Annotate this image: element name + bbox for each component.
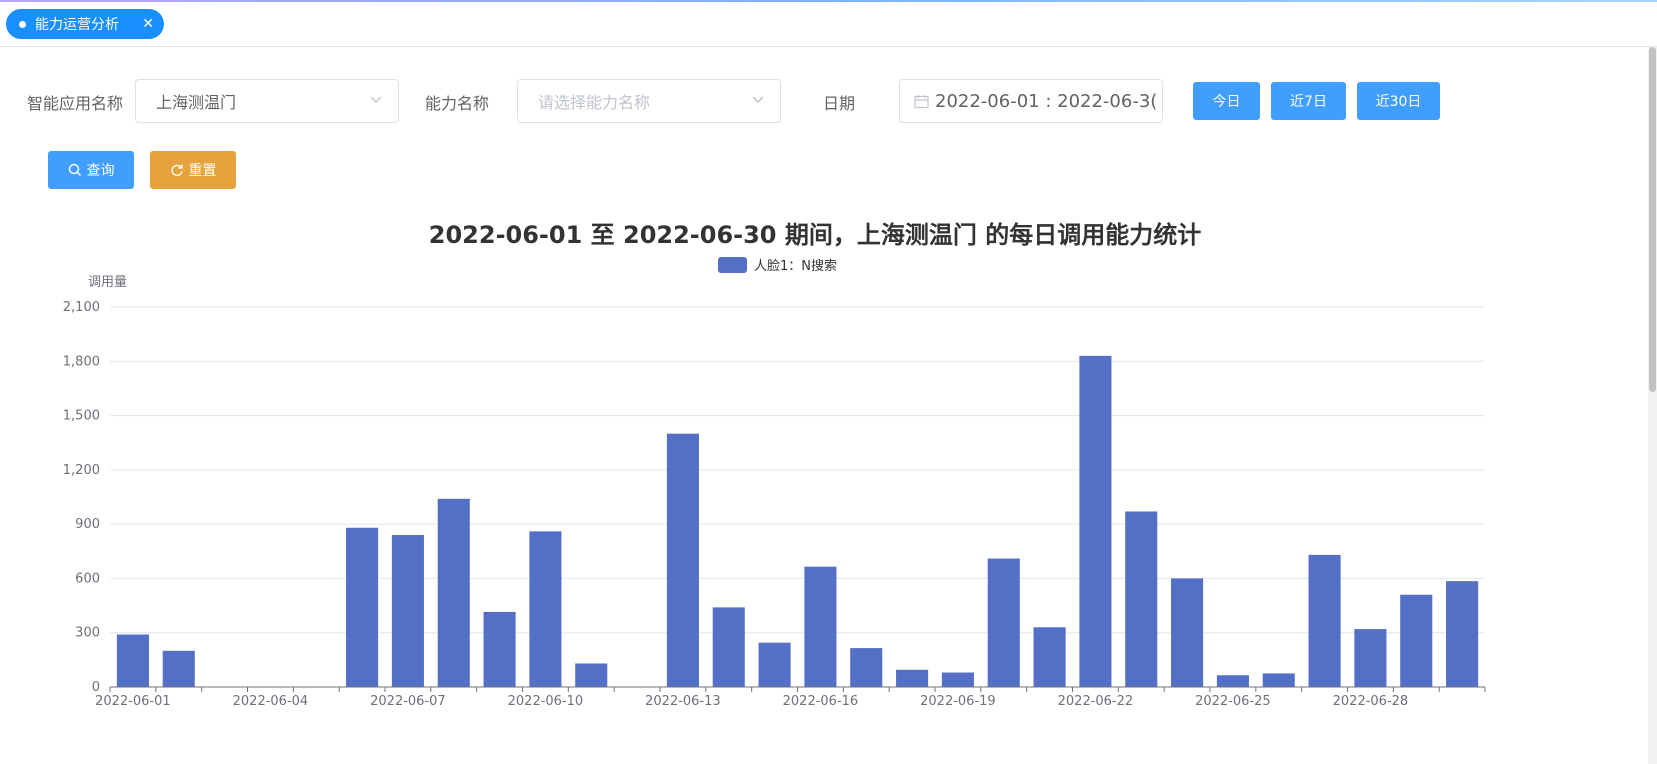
active-dot-icon <box>19 20 26 28</box>
date-range-picker[interactable]: 2022-06-01 : 2022-06-3( <box>899 79 1163 123</box>
app-name-select[interactable]: 上海测温门 <box>135 79 399 123</box>
bar <box>575 663 608 687</box>
reset-button[interactable]: 重置 <box>150 151 236 189</box>
bar <box>896 669 929 687</box>
x-tick-label: 2022-06-19 <box>920 694 996 709</box>
bar <box>437 498 470 687</box>
y-tick-label: 1,500 <box>63 409 100 424</box>
bar <box>1125 511 1158 687</box>
scrollbar-thumb[interactable] <box>1649 47 1656 392</box>
bar <box>1400 594 1433 687</box>
bar <box>1079 355 1112 687</box>
bar <box>804 566 837 687</box>
tab-bar: 能力运营分析 ✕ <box>0 2 1657 47</box>
y-axis-label: 调用量 <box>88 275 127 290</box>
chevron-down-icon <box>751 92 765 110</box>
query-button-label: 查询 <box>86 163 115 179</box>
tab-ability-analysis[interactable]: 能力运营分析 ✕ <box>6 9 164 39</box>
bar <box>116 634 149 687</box>
bar <box>850 648 883 687</box>
bar <box>1262 673 1295 687</box>
ability-name-placeholder: 请选择能力名称 <box>538 93 651 112</box>
y-tick-label: 0 <box>92 680 100 695</box>
date-range-value: 2022-06-01 : 2022-06-3( <box>935 90 1158 112</box>
x-tick-label: 2022-06-07 <box>370 694 446 709</box>
ability-name-label: 能力名称 <box>425 94 490 113</box>
x-tick-label: 2022-06-16 <box>783 694 859 709</box>
bar <box>529 531 562 687</box>
app-name-label: 智能应用名称 <box>27 94 124 113</box>
vertical-scrollbar[interactable] <box>1648 47 1657 764</box>
x-tick-label: 2022-06-01 <box>95 694 171 709</box>
chart-title: 2022-06-01 至 2022-06-30 期间，上海测温门 的每日调用能力… <box>428 221 1202 249</box>
bar <box>162 650 195 687</box>
bar <box>391 535 424 687</box>
chevron-down-icon <box>369 92 383 110</box>
bar <box>1308 554 1341 687</box>
x-tick-label: 2022-06-13 <box>645 694 721 709</box>
x-tick-label: 2022-06-10 <box>508 694 584 709</box>
tab-label: 能力运营分析 <box>35 17 119 33</box>
x-tick-label: 2022-06-04 <box>233 694 309 709</box>
y-tick-label: 2,100 <box>63 300 100 315</box>
close-icon[interactable]: ✕ <box>142 17 154 31</box>
x-tick-label: 2022-06-28 <box>1333 694 1409 709</box>
bar <box>483 611 516 687</box>
last-7-days-button[interactable]: 近7日 <box>1271 82 1346 120</box>
bar <box>346 527 379 687</box>
y-tick-label: 1,800 <box>63 354 100 369</box>
legend-label: 人脸1：N搜索 <box>754 259 837 274</box>
y-tick-label: 900 <box>75 517 100 532</box>
app-name-value: 上海测温门 <box>156 93 237 112</box>
reset-button-label: 重置 <box>188 163 217 179</box>
x-tick-label: 2022-06-22 <box>1058 694 1134 709</box>
date-label: 日期 <box>823 94 856 113</box>
today-button[interactable]: 今日 <box>1193 82 1260 120</box>
y-tick-label: 600 <box>75 571 100 586</box>
bar <box>1171 578 1204 687</box>
ability-name-select[interactable]: 请选择能力名称 <box>517 79 781 123</box>
refresh-icon <box>170 163 184 177</box>
bar <box>758 642 791 687</box>
legend-swatch <box>718 257 747 273</box>
bar <box>1216 675 1249 687</box>
bar <box>1446 581 1479 687</box>
bar-chart: 0 300 600 900 1,200 1,500 1,800 2,100 调用量 人脸1：N搜索… <box>63 257 1486 709</box>
bar <box>941 672 974 687</box>
search-icon <box>68 163 82 177</box>
bar <box>666 433 699 687</box>
query-button[interactable]: 查询 <box>48 151 134 189</box>
bar <box>1354 629 1387 687</box>
calendar-icon <box>914 94 929 109</box>
last-30-days-button[interactable]: 近30日 <box>1357 82 1440 120</box>
y-tick-label: 1,200 <box>63 463 100 478</box>
bar <box>1033 627 1066 687</box>
x-tick-label: 2022-06-25 <box>1195 694 1271 709</box>
bar <box>987 558 1020 687</box>
bar <box>712 607 745 687</box>
y-tick-label: 300 <box>75 626 100 641</box>
